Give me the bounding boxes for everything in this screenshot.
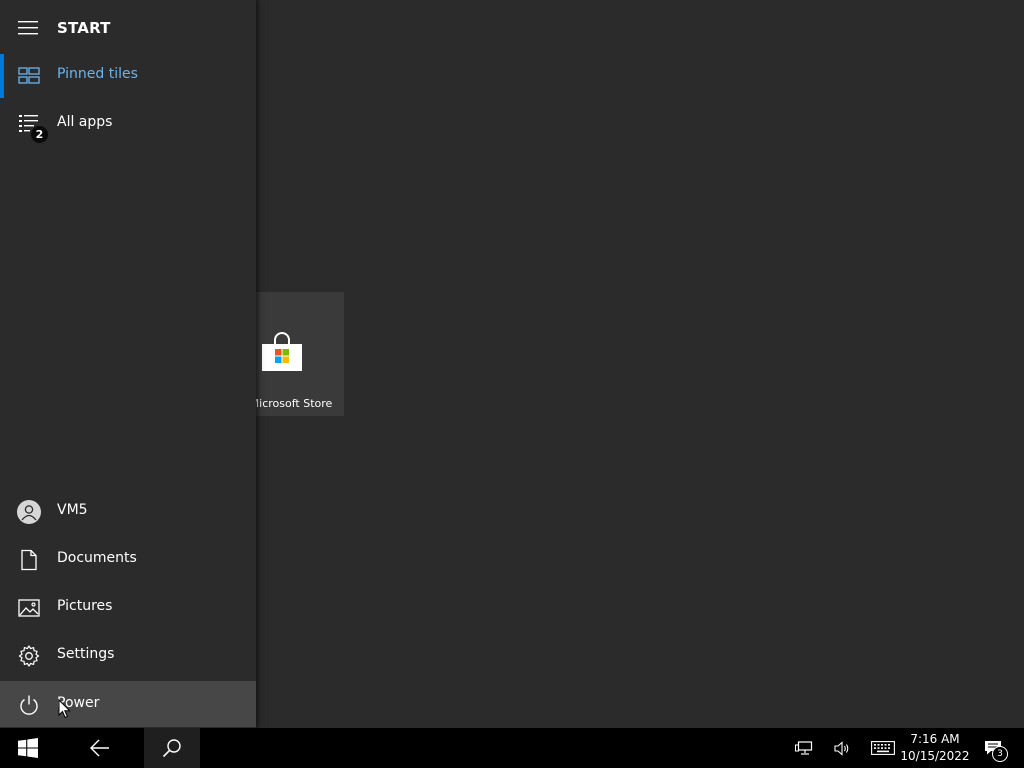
start-button[interactable] [0,728,56,768]
nav-item-settings[interactable]: Settings [0,632,256,680]
back-arrow-icon [90,739,109,757]
start-title: START [57,19,111,37]
search-icon [162,739,181,758]
windows-logo-icon [18,738,38,758]
network-button[interactable] [788,728,818,768]
network-icon [795,741,813,755]
back-button[interactable] [72,728,128,768]
keyboard-icon [871,741,895,755]
tile-label: Microsoft Store [256,397,333,410]
pictures-icon [18,599,40,617]
store-bag-icon [262,332,302,371]
taskbar: 7:16 AM 10/15/2022 [0,728,1024,768]
user-name: VM5 [57,502,88,518]
all-apps-badge: 2 [30,125,49,144]
nav-item-label: All apps [57,114,113,130]
gear-icon [18,645,40,667]
hamburger-menu-icon[interactable] [17,19,39,37]
notification-count-badge: 3 [992,746,1008,762]
document-icon [21,549,37,571]
selected-indicator [0,54,4,98]
tiles-icon [18,67,40,84]
start-header[interactable]: START [0,0,256,56]
start-pane-shadow [256,0,260,728]
clock[interactable]: 7:16 AM 10/15/2022 [898,731,972,765]
power-icon [20,695,38,715]
nav-item-documents[interactable]: Documents [0,536,256,584]
user-avatar-icon [17,500,41,524]
search-button[interactable] [144,728,200,768]
nav-item-label: Pictures [57,598,113,614]
nav-item-power[interactable]: Power [0,681,256,727]
volume-button[interactable] [826,728,856,768]
start-menu-pane: START Pinned tiles All apps 2 VM5 Docume… [0,0,256,728]
clock-time: 7:16 AM [910,732,960,746]
nav-item-label: Pinned tiles [57,66,138,82]
nav-item-label: Settings [57,646,115,662]
nav-item-label: Documents [57,550,137,566]
touch-keyboard-button[interactable] [866,728,900,768]
volume-icon [834,741,849,756]
clock-date: 10/15/2022 [900,749,970,763]
tile-microsoft-store[interactable]: Microsoft Store [256,292,344,416]
nav-item-pinned-tiles[interactable]: Pinned tiles [0,52,256,100]
nav-item-pictures[interactable]: Pictures [0,584,256,632]
mouse-cursor-icon [58,699,71,719]
